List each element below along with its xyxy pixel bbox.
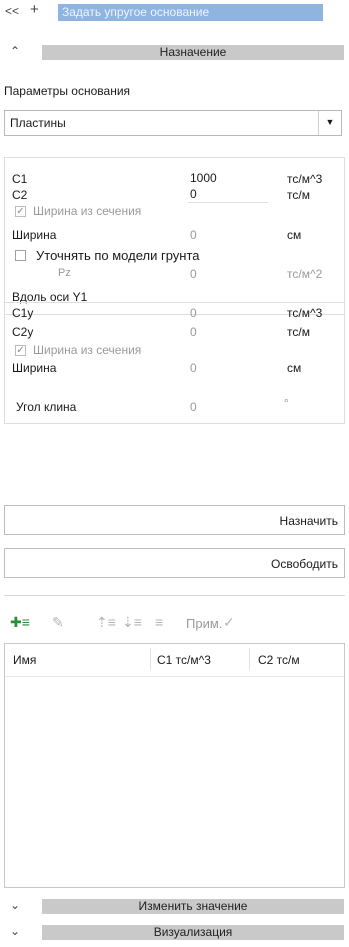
- collapse-panel-icon[interactable]: <<: [5, 4, 19, 18]
- y1-width-unit: см: [287, 361, 302, 375]
- chevron-down-icon[interactable]: ⌄: [10, 924, 20, 938]
- params-label: Параметры основания: [4, 84, 131, 98]
- chevron-up-icon[interactable]: ⌃: [10, 44, 20, 58]
- column-name[interactable]: Имя: [13, 653, 36, 667]
- panel-title: Задать упругое основание: [58, 4, 323, 21]
- pz-label: Pz: [58, 267, 71, 279]
- section-assign-title: Назначение: [42, 45, 344, 60]
- c1-unit: тс/м^3: [287, 172, 323, 186]
- column-separator: [249, 648, 250, 670]
- y1-width-value[interactable]: 0: [190, 361, 197, 375]
- chevron-down-icon[interactable]: ⌄: [10, 898, 20, 912]
- base-type-value: Пластины: [10, 116, 66, 130]
- c1y-unit: тс/м^3: [287, 306, 323, 320]
- c2-label: C2: [12, 188, 28, 202]
- c1y-value[interactable]: 0: [190, 306, 197, 320]
- chevron-down-icon[interactable]: ▼: [318, 111, 341, 135]
- section-assign-header[interactable]: ⌃ Назначение: [4, 42, 345, 62]
- move-down-icon[interactable]: ⇣≡: [122, 614, 142, 631]
- assign-button-label: Назначить: [279, 514, 338, 528]
- column-c1[interactable]: C1 тс/м^3: [157, 653, 211, 667]
- delete-row-icon[interactable]: ≡: [155, 614, 163, 630]
- pz-value[interactable]: 0: [190, 267, 197, 281]
- width-unit: см: [287, 228, 302, 242]
- c2-input[interactable]: 0: [188, 186, 268, 203]
- divider: [4, 595, 345, 596]
- pin-icon[interactable]: +: [30, 1, 39, 18]
- section-change-title: Изменить значение: [42, 899, 344, 914]
- c1-input[interactable]: 1000: [188, 170, 268, 187]
- check-apply-icon[interactable]: ✓: [223, 614, 235, 631]
- add-row-icon[interactable]: ✚≡: [10, 614, 30, 631]
- refine-soil-label: Уточнять по модели грунта: [36, 248, 200, 263]
- c2y-unit: тс/м: [287, 325, 310, 339]
- title-bar: << + Задать упругое основание: [0, 0, 349, 24]
- width-from-section-label: Ширина из сечения: [33, 204, 142, 218]
- pz-unit: тс/м^2: [287, 267, 323, 281]
- c2y-value[interactable]: 0: [190, 325, 197, 339]
- c2-unit: тс/м: [287, 188, 310, 202]
- y1-width-from-section-label: Ширина из сечения: [33, 343, 142, 357]
- header-divider: [5, 676, 344, 677]
- wedge-angle-value[interactable]: 0: [190, 400, 197, 414]
- y1-width-label: Ширина: [12, 361, 57, 375]
- wedge-angle-label: Угол клина: [16, 400, 77, 414]
- column-c2[interactable]: C2 тс/м: [258, 653, 300, 667]
- c1-value: 1000: [190, 171, 217, 185]
- c2y-label: C2y: [12, 325, 34, 339]
- c1-label: C1: [12, 172, 28, 186]
- release-button[interactable]: Освободить: [4, 548, 345, 578]
- column-separator: [150, 648, 151, 670]
- edit-icon[interactable]: ✎: [52, 614, 64, 631]
- base-type-select[interactable]: Пластины ▼: [4, 110, 342, 136]
- apply-label[interactable]: Прим.: [186, 616, 222, 631]
- width-value[interactable]: 0: [190, 228, 197, 242]
- move-up-icon[interactable]: ⇡≡: [96, 614, 116, 631]
- c2-value: 0: [190, 187, 197, 201]
- section-visual-title: Визуализация: [42, 925, 344, 940]
- c1y-label: C1y: [12, 306, 34, 320]
- assign-button[interactable]: Назначить: [4, 505, 345, 535]
- section-change-header[interactable]: ⌄ Изменить значение: [4, 896, 345, 916]
- release-button-label: Освободить: [271, 557, 338, 571]
- section-visual-header[interactable]: ⌄ Визуализация: [4, 922, 345, 942]
- refine-soil-checkbox[interactable]: [15, 250, 26, 261]
- wedge-angle-unit: °: [284, 396, 289, 410]
- base-table[interactable]: Имя C1 тс/м^3 C2 тс/м: [4, 643, 345, 888]
- width-label: Ширина: [12, 228, 57, 242]
- width-from-section-checkbox[interactable]: ✓: [15, 206, 26, 217]
- y1-width-from-section-checkbox[interactable]: ✓: [15, 345, 26, 356]
